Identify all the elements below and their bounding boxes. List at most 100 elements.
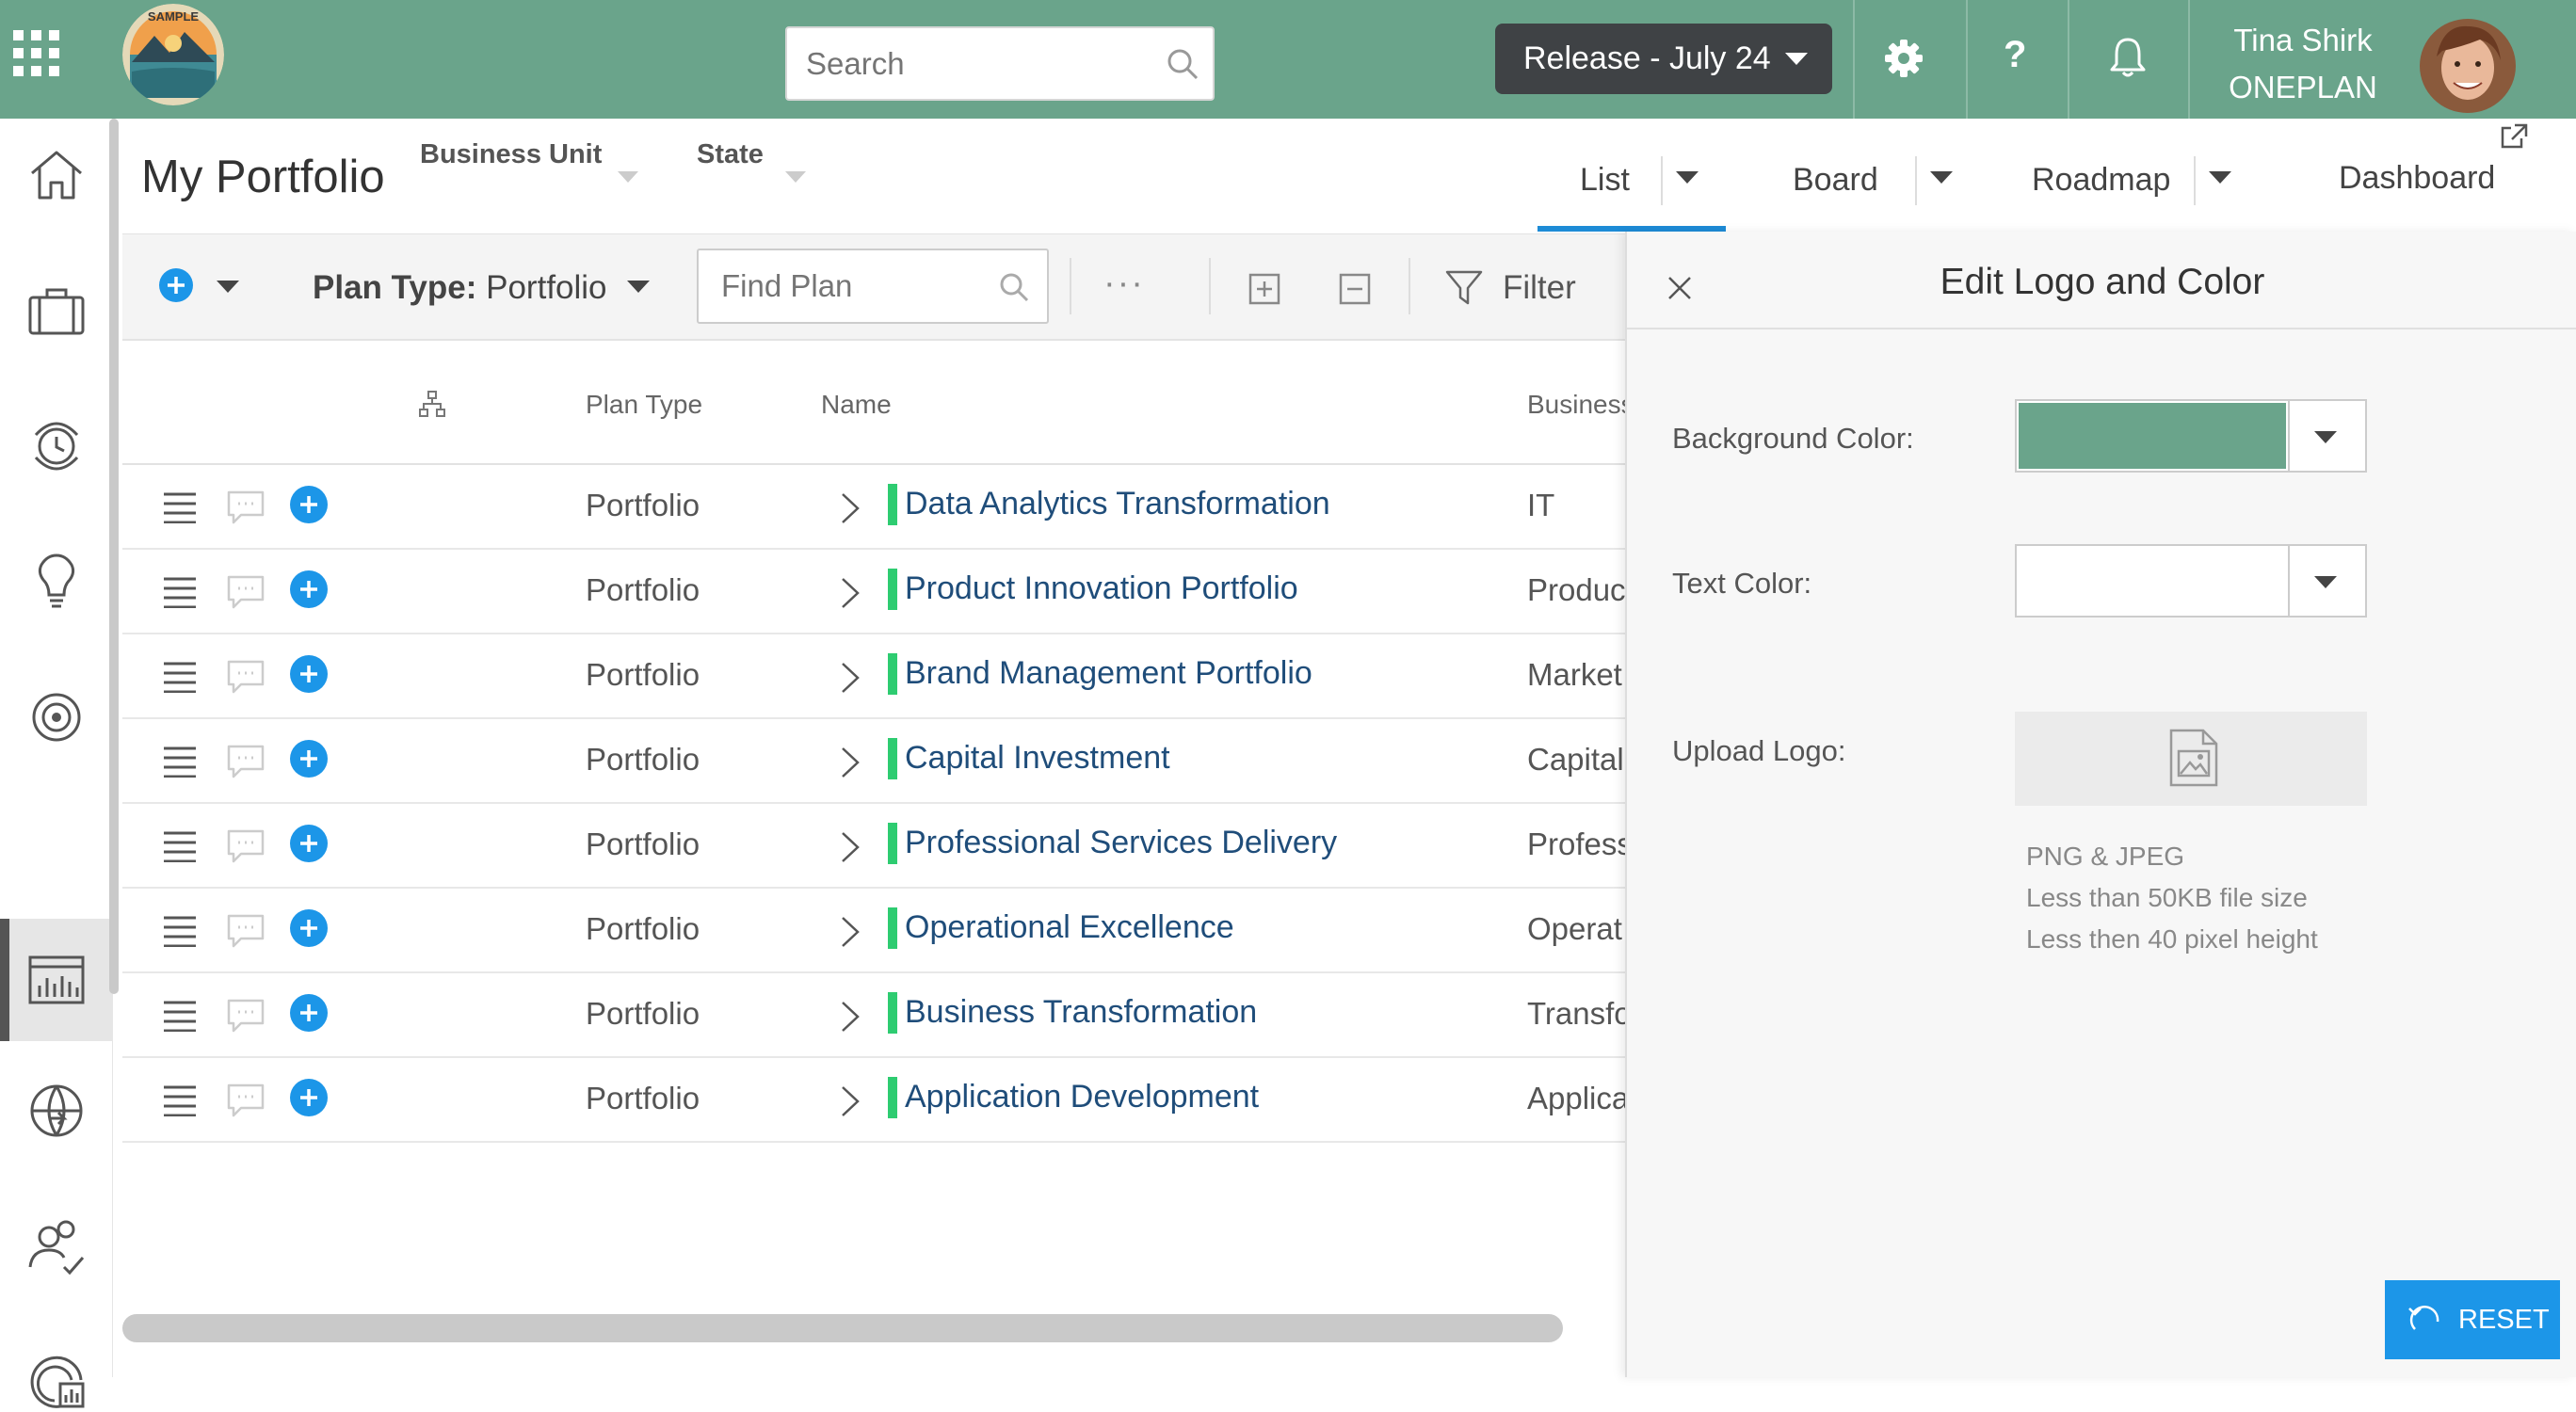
state-filter[interactable]: State bbox=[697, 139, 764, 170]
collapse-all-icon[interactable] bbox=[1339, 273, 1371, 305]
find-plan-search[interactable] bbox=[697, 249, 1049, 324]
add-child-plan-button[interactable] bbox=[290, 1079, 328, 1116]
briefcase-icon[interactable] bbox=[26, 281, 87, 341]
release-dropdown[interactable]: Release - July 24 bbox=[1495, 24, 1832, 94]
reports-icon[interactable] bbox=[26, 1352, 87, 1412]
chevron-right-icon[interactable] bbox=[840, 915, 861, 949]
row-plan-name-link[interactable]: Brand Management Portfolio bbox=[905, 655, 1312, 692]
text-color-picker[interactable] bbox=[2015, 544, 2367, 618]
resources-icon[interactable] bbox=[26, 1216, 87, 1276]
app-launcher-grid-icon[interactable] bbox=[13, 30, 60, 77]
row-plan-name-link[interactable]: Product Innovation Portfolio bbox=[905, 570, 1298, 607]
horizontal-scrollbar[interactable] bbox=[122, 1314, 1563, 1342]
chevron-right-icon[interactable] bbox=[840, 746, 861, 779]
filter-icon[interactable] bbox=[1444, 267, 1484, 307]
background-color-swatch[interactable] bbox=[2019, 403, 2286, 469]
chevron-down-icon[interactable] bbox=[785, 171, 806, 183]
background-color-picker[interactable] bbox=[2015, 399, 2367, 473]
chevron-right-icon[interactable] bbox=[840, 661, 861, 695]
table-row[interactable]: Portfolio Product Innovation Portfolio Pro… bbox=[122, 550, 1629, 634]
tab-list[interactable]: List bbox=[1580, 162, 1630, 199]
row-plan-name-link[interactable]: Application Development bbox=[905, 1079, 1259, 1115]
expand-all-icon[interactable] bbox=[1248, 273, 1280, 305]
add-child-plan-button[interactable] bbox=[290, 825, 328, 862]
row-menu-icon[interactable] bbox=[162, 1000, 198, 1032]
avatar[interactable] bbox=[2420, 19, 2516, 113]
comment-icon[interactable] bbox=[226, 1083, 266, 1118]
row-menu-icon[interactable] bbox=[162, 746, 198, 778]
user-info[interactable]: Tina Shirk ONEPLAN bbox=[2190, 17, 2416, 111]
chevron-right-icon[interactable] bbox=[840, 1000, 861, 1034]
tab-dashboard[interactable]: Dashboard bbox=[2339, 160, 2495, 197]
add-child-plan-button[interactable] bbox=[290, 994, 328, 1032]
chevron-down-icon[interactable] bbox=[2314, 576, 2337, 588]
search-icon[interactable] bbox=[998, 271, 1030, 303]
global-search-input[interactable] bbox=[806, 28, 1164, 99]
nav-scrollbar[interactable] bbox=[109, 119, 119, 994]
comment-icon[interactable] bbox=[226, 913, 266, 949]
row-menu-icon[interactable] bbox=[162, 661, 198, 693]
row-menu-icon[interactable] bbox=[162, 1084, 198, 1116]
chevron-down-icon[interactable] bbox=[2314, 431, 2337, 443]
row-plan-name-link[interactable]: Capital Investment bbox=[905, 740, 1170, 777]
business-unit-filter[interactable]: Business Unit bbox=[420, 139, 602, 170]
tab-roadmap[interactable]: Roadmap bbox=[2032, 162, 2170, 199]
table-row[interactable]: Portfolio Operational Excellence Operat bbox=[122, 889, 1629, 973]
idea-icon[interactable] bbox=[26, 552, 87, 612]
table-row[interactable]: Portfolio Data Analytics Transformation IT bbox=[122, 465, 1629, 550]
table-row[interactable]: Portfolio Application Development Applica bbox=[122, 1058, 1629, 1143]
portfolio-chart-icon[interactable] bbox=[26, 950, 87, 1010]
add-child-plan-button[interactable] bbox=[290, 570, 328, 608]
column-header-business-unit[interactable]: Business bbox=[1527, 390, 1634, 420]
comment-icon[interactable] bbox=[226, 998, 266, 1034]
more-options-button[interactable]: ··· bbox=[1103, 264, 1145, 304]
chevron-right-icon[interactable] bbox=[840, 576, 861, 610]
chevron-right-icon[interactable] bbox=[840, 491, 861, 525]
add-plan-button[interactable] bbox=[158, 267, 194, 303]
chevron-right-icon[interactable] bbox=[840, 830, 861, 864]
search-icon[interactable] bbox=[1166, 47, 1199, 81]
gear-icon[interactable] bbox=[1883, 38, 1924, 79]
tab-board[interactable]: Board bbox=[1793, 162, 1878, 199]
global-search[interactable] bbox=[785, 26, 1215, 101]
plan-type-selector[interactable]: Plan Type: Portfolio bbox=[313, 269, 607, 307]
table-row[interactable]: Portfolio Professional Services Delivery P… bbox=[122, 804, 1629, 889]
comment-icon[interactable] bbox=[226, 489, 266, 525]
add-child-plan-button[interactable] bbox=[290, 909, 328, 947]
chevron-down-icon[interactable] bbox=[1930, 171, 1953, 184]
chevron-right-icon[interactable] bbox=[840, 1084, 861, 1118]
row-plan-name-link[interactable]: Data Analytics Transformation bbox=[905, 486, 1330, 522]
chevron-down-icon[interactable] bbox=[2209, 171, 2231, 184]
reset-button[interactable]: RESET bbox=[2385, 1280, 2560, 1359]
home-icon[interactable] bbox=[26, 145, 87, 205]
chevron-down-icon[interactable] bbox=[618, 171, 638, 183]
table-row[interactable]: Portfolio Capital Investment Capital bbox=[122, 719, 1629, 804]
text-color-swatch[interactable] bbox=[2019, 548, 2286, 614]
row-menu-icon[interactable] bbox=[162, 830, 198, 862]
comment-icon[interactable] bbox=[226, 828, 266, 864]
upload-logo-dropzone[interactable] bbox=[2015, 712, 2367, 806]
table-row[interactable]: Portfolio Brand Management Portfolio Marke… bbox=[122, 634, 1629, 719]
row-plan-name-link[interactable]: Business Transformation bbox=[905, 994, 1257, 1031]
comment-icon[interactable] bbox=[226, 659, 266, 695]
comment-icon[interactable] bbox=[226, 744, 266, 779]
chevron-down-icon[interactable] bbox=[217, 281, 239, 293]
globe-icon[interactable] bbox=[26, 1081, 87, 1141]
row-menu-icon[interactable] bbox=[162, 915, 198, 947]
row-menu-icon[interactable] bbox=[162, 491, 198, 523]
row-menu-icon[interactable] bbox=[162, 576, 198, 608]
column-header-name[interactable]: Name bbox=[821, 390, 892, 420]
comment-icon[interactable] bbox=[226, 574, 266, 610]
bell-icon[interactable] bbox=[2107, 36, 2149, 79]
target-icon[interactable] bbox=[26, 687, 87, 747]
company-logo[interactable]: SAMPLE bbox=[122, 4, 224, 105]
table-row[interactable]: Portfolio Business Transformation Transfo bbox=[122, 973, 1629, 1058]
popout-icon[interactable] bbox=[2499, 122, 2529, 151]
find-plan-input[interactable] bbox=[721, 250, 1004, 322]
column-header-plan-type[interactable]: Plan Type bbox=[586, 390, 702, 420]
chevron-down-icon[interactable] bbox=[627, 281, 650, 293]
help-icon[interactable]: ? bbox=[2004, 34, 2026, 76]
add-child-plan-button[interactable] bbox=[290, 486, 328, 523]
row-plan-name-link[interactable]: Professional Services Delivery bbox=[905, 825, 1337, 861]
add-child-plan-button[interactable] bbox=[290, 655, 328, 693]
